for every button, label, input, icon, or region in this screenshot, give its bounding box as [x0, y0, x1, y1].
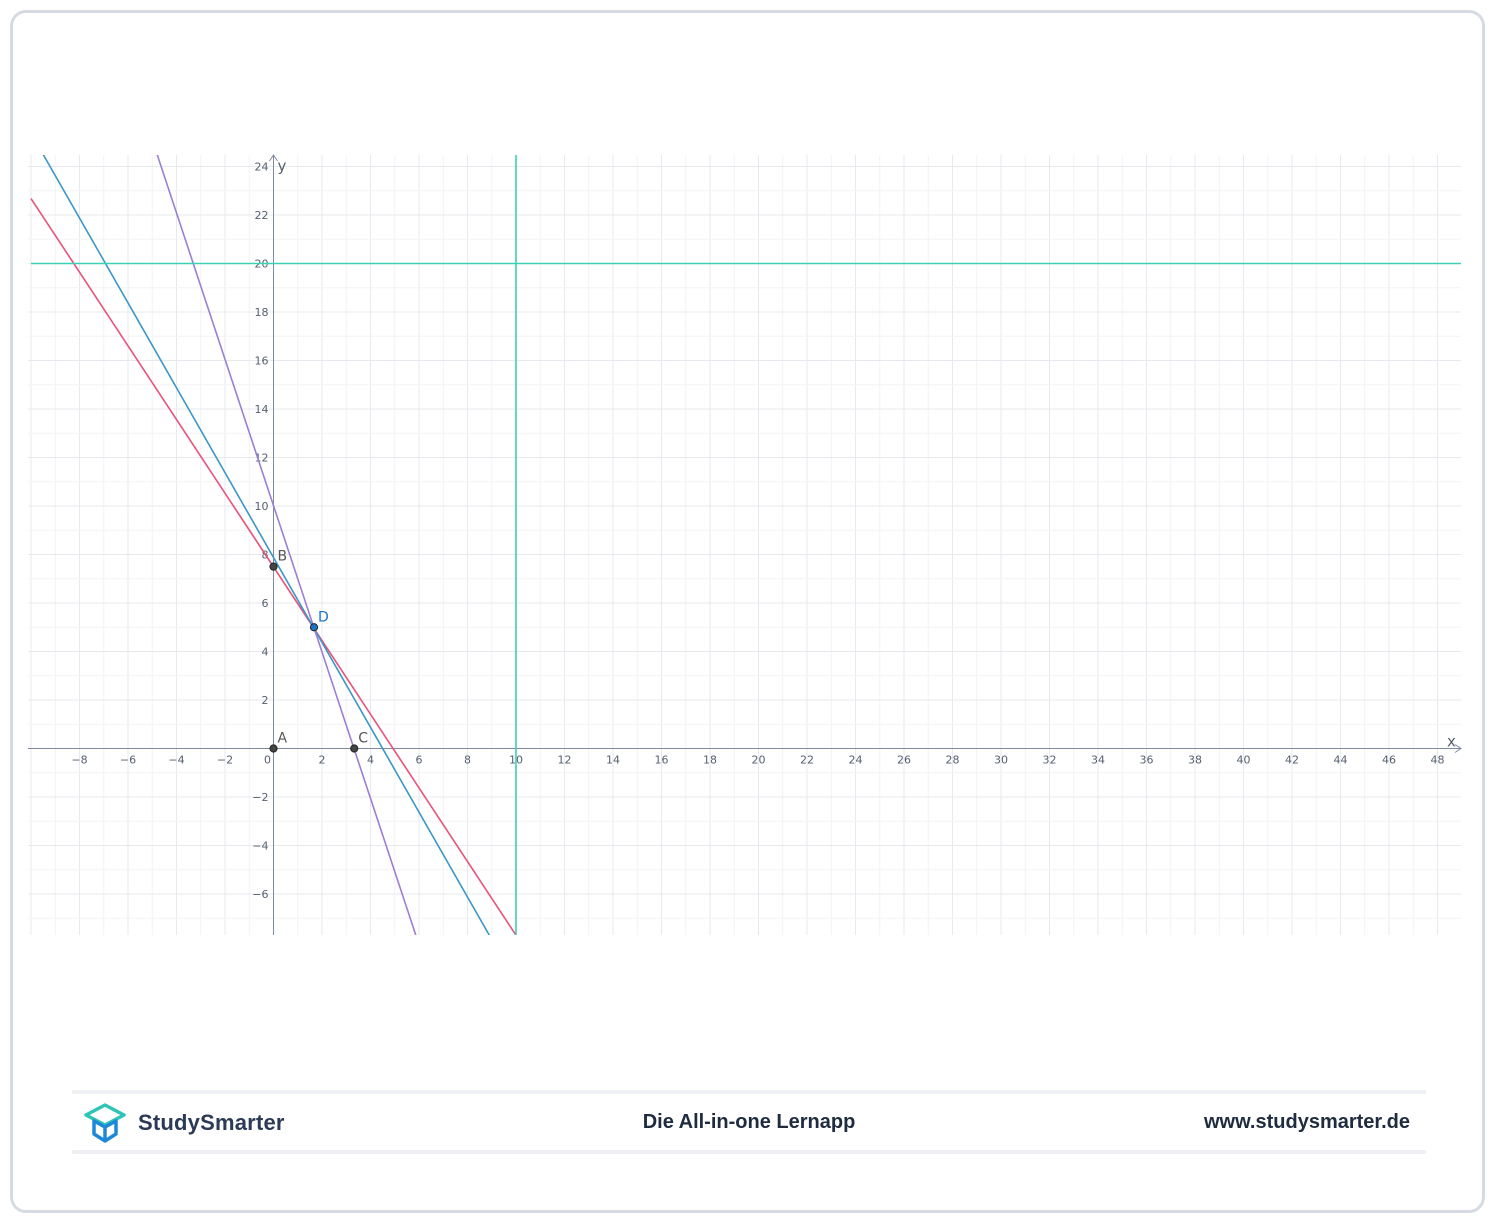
- function-lines: [30, 155, 1461, 935]
- x-tick-label: 28: [946, 754, 960, 767]
- x-tick-label: 48: [1431, 754, 1445, 767]
- x-tick-label: 20: [752, 754, 766, 767]
- x-tick-label: 46: [1382, 754, 1396, 767]
- point-label-a: A: [278, 731, 288, 747]
- y-tick-label: −6: [252, 888, 268, 901]
- y-tick-label: 24: [255, 161, 269, 174]
- x-tick-label: 0: [264, 754, 271, 767]
- y-tick-label: 18: [255, 306, 269, 319]
- function-plot: xy−8 −6 −4 −2 0 2 4 6 8 10 12 14 16 18 20 22 24 26 28 30 32 3…: [28, 154, 1462, 935]
- x-tick-label: 6: [416, 754, 423, 767]
- x-tick-label: −4: [168, 754, 184, 767]
- x-axis-label: x: [1447, 733, 1456, 751]
- x-tick-label: 18: [703, 754, 717, 767]
- y-tick-label: 4: [262, 646, 269, 659]
- y-tick-label: 10: [255, 500, 269, 513]
- x-tick-label: −2: [217, 754, 233, 767]
- x-tick-label: 12: [558, 754, 572, 767]
- point-label-b: B: [278, 549, 288, 565]
- website-link[interactable]: www.studysmarter.de: [1204, 1111, 1410, 1134]
- y-tick-label: 22: [255, 209, 269, 222]
- x-tick-label: 38: [1188, 754, 1202, 767]
- grid: [28, 155, 1461, 935]
- x-tick-label: 2: [319, 754, 326, 767]
- axes: xy−8 −6 −4 −2 0 2 4 6 8 10 12 14 16 18 20 22 24 26 28 30 32 3…: [28, 154, 1462, 935]
- x-tick-label: 26: [897, 754, 911, 767]
- point-d: [309, 623, 319, 632]
- y-axis-label: y: [278, 157, 287, 175]
- x-tick-label: 30: [994, 754, 1008, 767]
- point-label-c: C: [358, 731, 368, 747]
- series-line-2: [42, 155, 491, 935]
- x-tick-label: 4: [367, 754, 374, 767]
- footer-top-divider: [72, 1090, 1426, 1094]
- x-tick-label: 8: [464, 754, 471, 767]
- y-tick-label: −2: [252, 791, 268, 804]
- footer: StudySmarter Die All-in-one Lernapp www.…: [72, 1095, 1426, 1151]
- point-a: [269, 744, 278, 753]
- x-tick-label: 42: [1285, 754, 1299, 767]
- x-tick-label: 40: [1237, 754, 1251, 767]
- x-tick-label: 36: [1140, 754, 1154, 767]
- x-tick-label: 32: [1043, 754, 1057, 767]
- y-tick-label: 16: [255, 355, 269, 368]
- x-tick-label: 44: [1334, 754, 1348, 767]
- footer-bottom-divider: [72, 1150, 1426, 1154]
- point-b: [269, 562, 278, 571]
- y-tick-label: 14: [255, 403, 269, 416]
- y-tick-label: −4: [252, 840, 268, 853]
- y-tick-label: 6: [262, 597, 269, 610]
- x-tick-label: 34: [1091, 754, 1105, 767]
- point-c: [350, 744, 359, 753]
- x-tick-label: 24: [849, 754, 863, 767]
- y-tick-label: 2: [262, 694, 269, 707]
- x-tick-label: 14: [606, 754, 620, 767]
- x-tick-label: 16: [655, 754, 669, 767]
- x-tick-label: −6: [120, 754, 136, 767]
- x-tick-label: −8: [71, 754, 87, 767]
- series-line-3: [156, 155, 417, 935]
- point-label-d: D: [318, 609, 329, 625]
- x-tick-label: 22: [800, 754, 814, 767]
